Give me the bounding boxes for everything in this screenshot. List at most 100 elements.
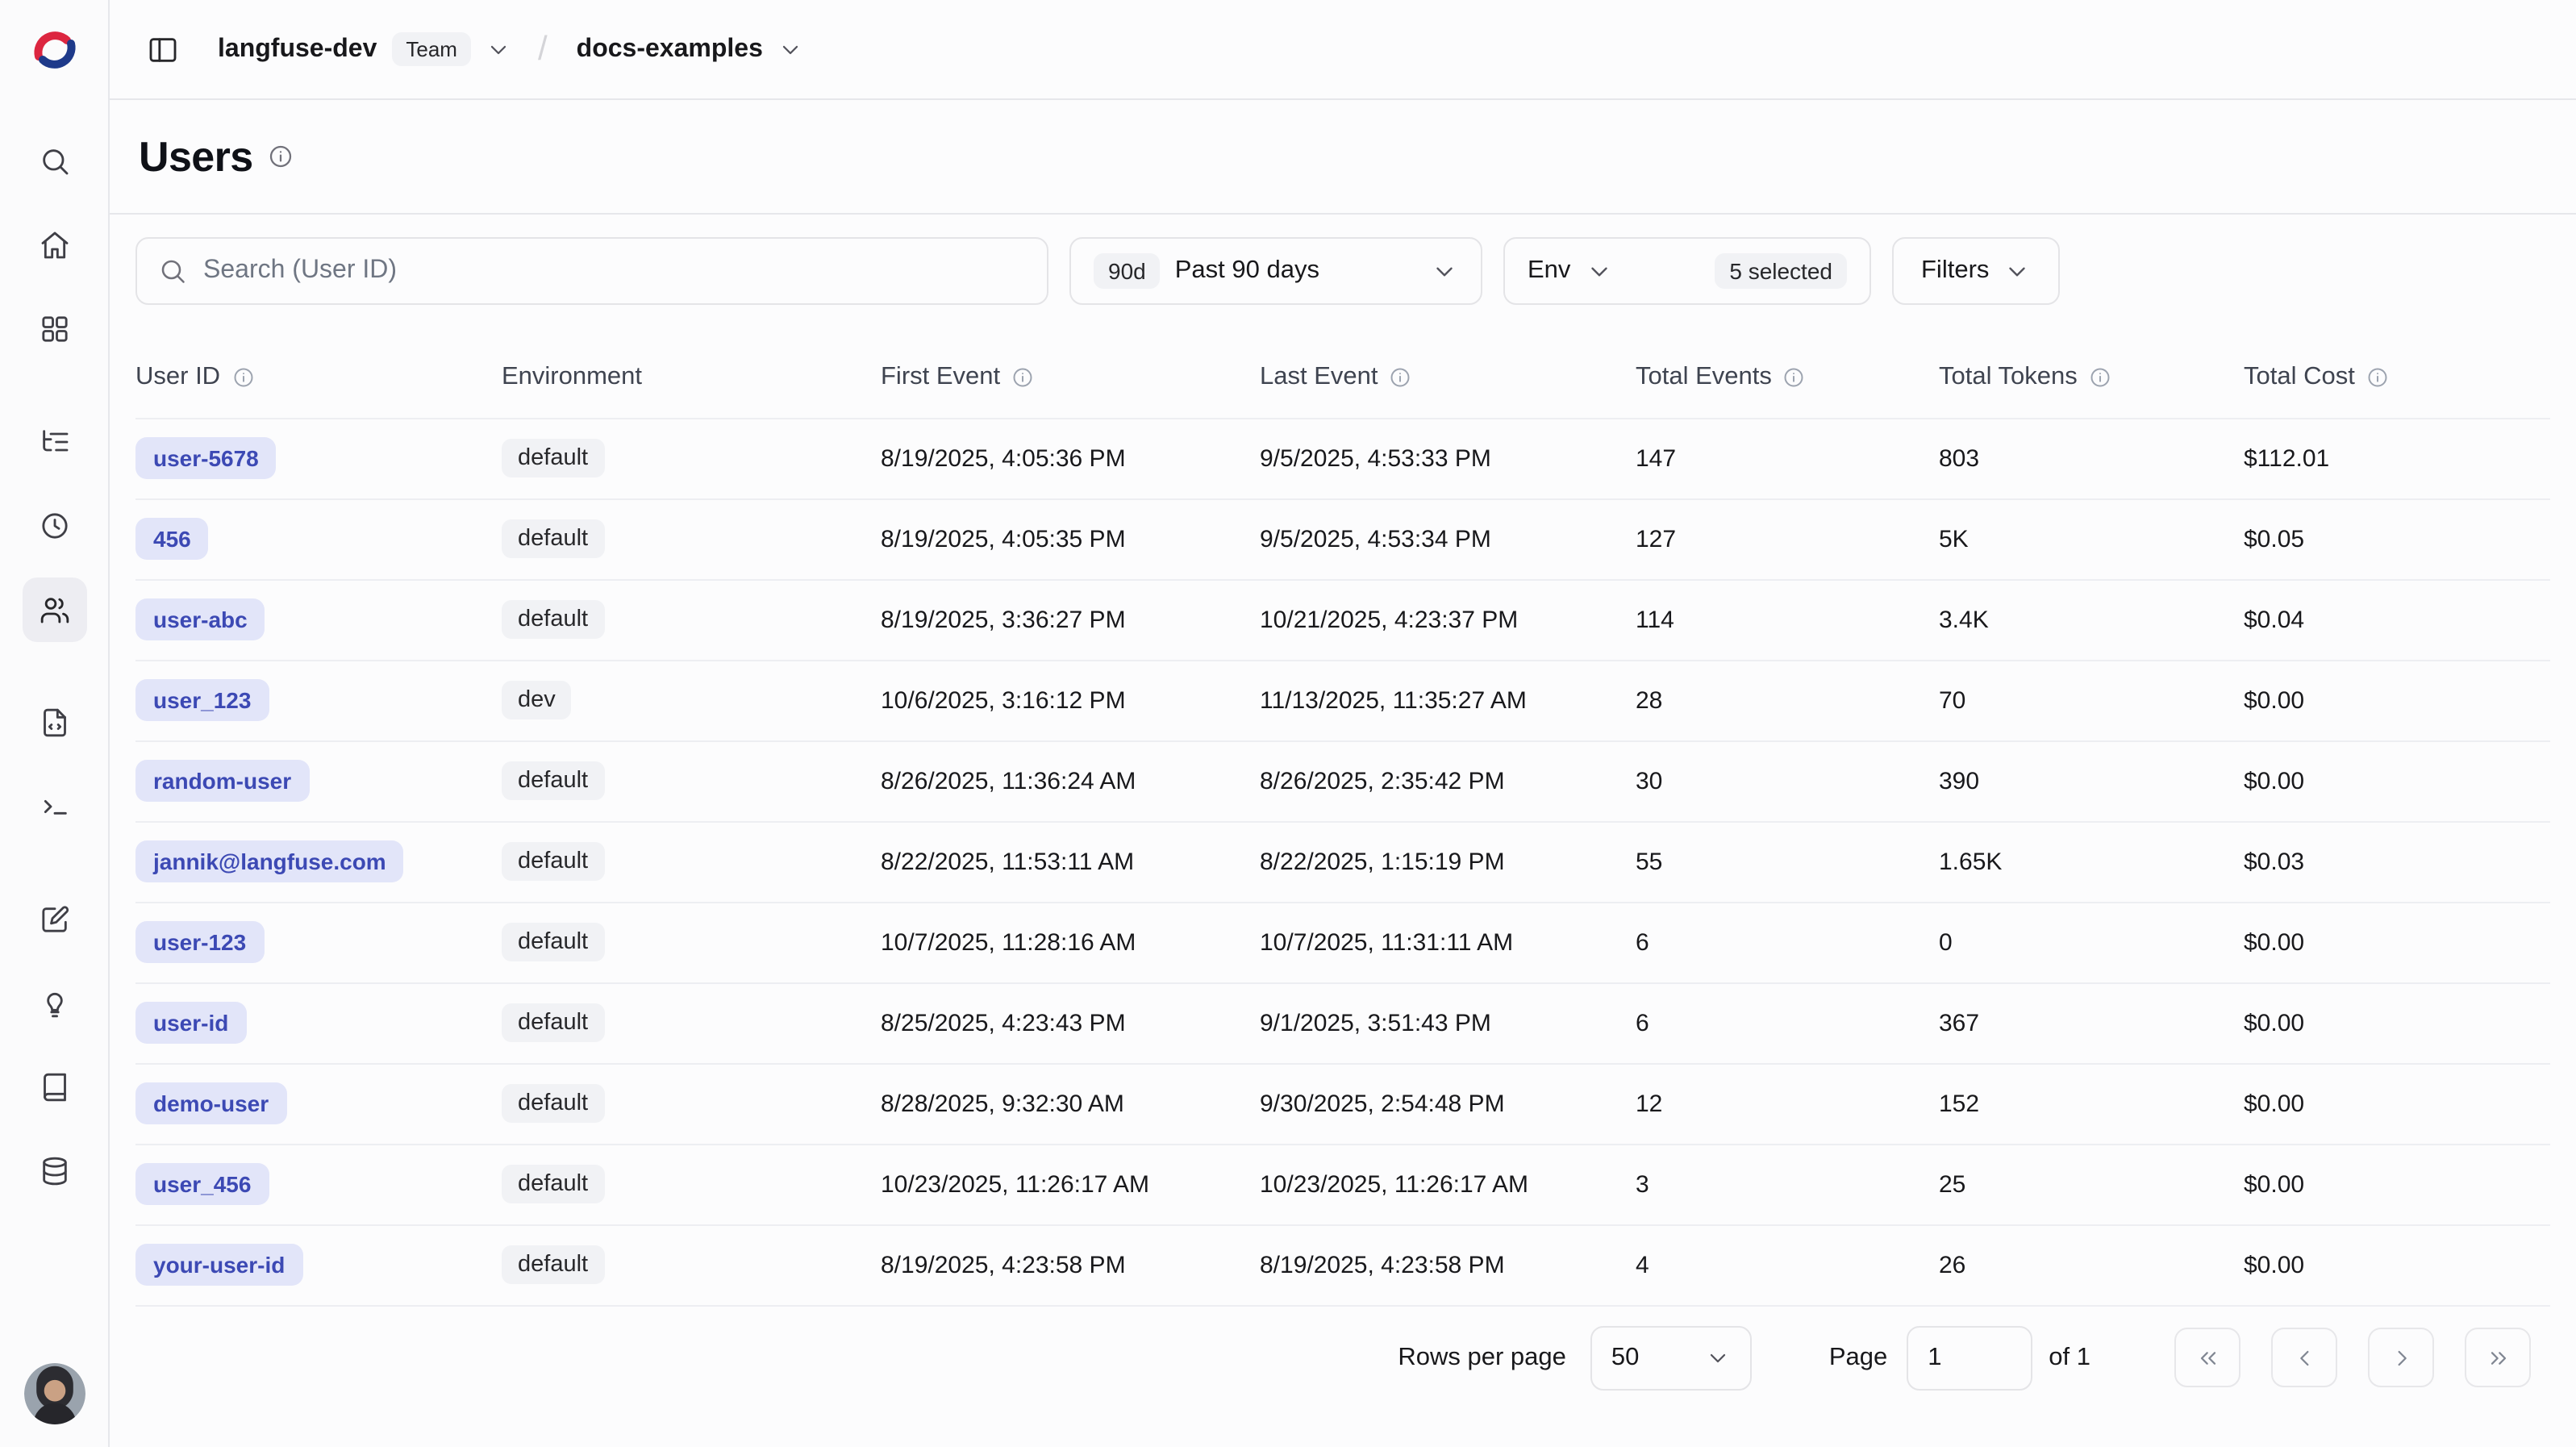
- tracing-icon: [38, 426, 70, 458]
- table-row[interactable]: user_456 default 10/23/2025, 11:26:17 AM…: [135, 1144, 2550, 1224]
- table-row[interactable]: 456 default 8/19/2025, 4:05:35 PM 9/5/20…: [135, 498, 2550, 579]
- total-cost-cell: $0.05: [2244, 498, 2550, 579]
- user-id-badge[interactable]: user_123: [135, 679, 269, 721]
- user-id-badge[interactable]: your-user-id: [135, 1244, 302, 1286]
- total-tokens-cell: 803: [1939, 418, 2244, 498]
- last-event-cell: 11/13/2025, 11:35:27 AM: [1260, 660, 1636, 740]
- table-row[interactable]: user-abc default 8/19/2025, 3:36:27 PM 1…: [135, 579, 2550, 660]
- user-id-badge[interactable]: user-123: [135, 921, 264, 963]
- sidebar-item-database[interactable]: [22, 1139, 86, 1203]
- last-event-cell: 8/19/2025, 4:23:58 PM: [1260, 1224, 1636, 1305]
- prompts-icon: [38, 707, 70, 739]
- column-header-user-id[interactable]: User ID: [135, 337, 502, 418]
- user-id-badge[interactable]: user-5678: [135, 437, 277, 479]
- first-event-cell: 10/7/2025, 11:28:16 AM: [881, 902, 1260, 982]
- table-row[interactable]: demo-user default 8/28/2025, 9:32:30 AM …: [135, 1063, 2550, 1144]
- user-id-badge[interactable]: user-abc: [135, 598, 265, 640]
- next-page-button[interactable]: [2368, 1328, 2434, 1387]
- total-tokens-cell: 3.4K: [1939, 579, 2244, 660]
- date-range-picker[interactable]: 90d Past 90 days: [1069, 237, 1482, 305]
- langfuse-logo[interactable]: [0, 0, 108, 100]
- sidebar-item-evaluation[interactable]: [22, 887, 86, 952]
- last-event-cell: 8/22/2025, 1:15:19 PM: [1260, 821, 1636, 902]
- chevron-down-icon: [1431, 257, 1458, 285]
- org-switcher-chevron[interactable]: [486, 36, 512, 62]
- table-row[interactable]: user-id default 8/25/2025, 4:23:43 PM 9/…: [135, 982, 2550, 1063]
- sidebar-item-datasets[interactable]: [22, 1055, 86, 1120]
- table-row[interactable]: your-user-id default 8/19/2025, 4:23:58 …: [135, 1224, 2550, 1305]
- clock-icon: [38, 510, 70, 542]
- last-event-cell: 10/23/2025, 11:26:17 AM: [1260, 1144, 1636, 1224]
- project-switcher-chevron[interactable]: [777, 36, 803, 62]
- table-row[interactable]: user-123 default 10/7/2025, 11:28:16 AM …: [135, 902, 2550, 982]
- breadcrumb-separator: /: [538, 30, 548, 69]
- info-icon[interactable]: [231, 366, 254, 389]
- info-icon[interactable]: [1011, 366, 1034, 389]
- total-cost-cell: $0.00: [2244, 1144, 2550, 1224]
- sidebar-item-playground[interactable]: [22, 774, 86, 839]
- first-event-cell: 8/19/2025, 3:36:27 PM: [881, 579, 1260, 660]
- info-icon[interactable]: [1390, 366, 1412, 389]
- info-icon[interactable]: [2089, 366, 2111, 389]
- evaluation-icon: [38, 903, 70, 936]
- total-events-cell: 114: [1636, 579, 1939, 660]
- column-header-last-event[interactable]: Last Event: [1260, 337, 1636, 418]
- users-icon: [38, 594, 70, 626]
- column-header-total-cost[interactable]: Total Cost: [2244, 337, 2550, 418]
- sidebar-item-insights[interactable]: [22, 971, 86, 1036]
- chevron-down-icon: [777, 36, 803, 62]
- filters-chevron: [2003, 257, 2031, 285]
- project-name[interactable]: docs-examples: [577, 35, 763, 64]
- total-cost-cell: $0.00: [2244, 982, 2550, 1063]
- sidebar-item-home[interactable]: [22, 213, 86, 277]
- filters-button[interactable]: Filters: [1892, 237, 2060, 305]
- rows-per-page-select[interactable]: 50: [1590, 1325, 1752, 1390]
- page-title-info-icon[interactable]: [268, 144, 294, 169]
- total-cost-cell: $0.00: [2244, 1224, 2550, 1305]
- first-page-button[interactable]: [2174, 1328, 2240, 1387]
- sidebar-item-users[interactable]: [22, 578, 86, 642]
- info-icon[interactable]: [2366, 366, 2389, 389]
- user-id-badge[interactable]: user-id: [135, 1002, 246, 1044]
- last-event-cell: 9/5/2025, 4:53:34 PM: [1260, 498, 1636, 579]
- total-cost-cell: $0.00: [2244, 902, 2550, 982]
- total-events-cell: 147: [1636, 418, 1939, 498]
- last-event-cell: 8/26/2025, 2:35:42 PM: [1260, 740, 1636, 821]
- environment-filter[interactable]: Env 5 selected: [1503, 237, 1871, 305]
- search-input[interactable]: [203, 256, 1026, 286]
- sidebar-item-sessions[interactable]: [22, 494, 86, 558]
- page-header: Users: [110, 100, 2576, 215]
- column-header-environment[interactable]: Environment: [502, 337, 881, 418]
- first-event-cell: 8/22/2025, 11:53:11 AM: [881, 821, 1260, 902]
- table-row[interactable]: random-user default 8/26/2025, 11:36:24 …: [135, 740, 2550, 821]
- page-number-input[interactable]: [1907, 1325, 2032, 1390]
- table-row[interactable]: user-5678 default 8/19/2025, 4:05:36 PM …: [135, 418, 2550, 498]
- sidebar-item-tracing[interactable]: [22, 410, 86, 474]
- user-id-badge[interactable]: demo-user: [135, 1082, 286, 1124]
- first-event-cell: 8/19/2025, 4:05:36 PM: [881, 418, 1260, 498]
- table-row[interactable]: user_123 dev 10/6/2025, 3:16:12 PM 11/13…: [135, 660, 2550, 740]
- users-table-wrap: User ID Environment First Event Last Eve…: [135, 305, 2550, 1306]
- user-avatar[interactable]: [23, 1363, 85, 1424]
- last-page-button[interactable]: [2465, 1328, 2531, 1387]
- table-row[interactable]: jannik@langfuse.com default 8/22/2025, 1…: [135, 821, 2550, 902]
- info-icon[interactable]: [1783, 366, 1806, 389]
- user-id-badge[interactable]: jannik@langfuse.com: [135, 840, 404, 882]
- user-id-badge[interactable]: user_456: [135, 1163, 269, 1205]
- sidebar-item-search[interactable]: [22, 129, 86, 194]
- sidebar-item-prompts[interactable]: [22, 690, 86, 755]
- total-events-cell: 127: [1636, 498, 1939, 579]
- column-header-first-event[interactable]: First Event: [881, 337, 1260, 418]
- org-name[interactable]: langfuse-dev: [218, 35, 377, 64]
- column-header-total-events[interactable]: Total Events: [1636, 337, 1939, 418]
- environment-badge: default: [502, 519, 604, 558]
- total-events-cell: 6: [1636, 902, 1939, 982]
- first-event-cell: 10/6/2025, 3:16:12 PM: [881, 660, 1260, 740]
- user-id-badge[interactable]: random-user: [135, 760, 309, 802]
- column-header-total-tokens[interactable]: Total Tokens: [1939, 337, 2244, 418]
- first-event-cell: 8/19/2025, 4:05:35 PM: [881, 498, 1260, 579]
- previous-page-button[interactable]: [2271, 1328, 2337, 1387]
- sidebar-toggle-button[interactable]: [135, 22, 190, 77]
- sidebar-item-dashboards[interactable]: [22, 297, 86, 361]
- user-id-badge[interactable]: 456: [135, 518, 209, 560]
